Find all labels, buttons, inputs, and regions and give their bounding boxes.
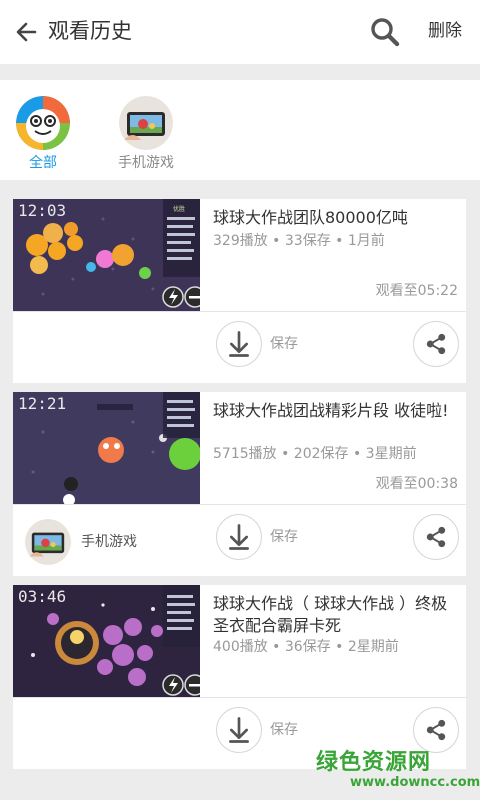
source-avatar[interactable] xyxy=(25,519,71,565)
share-icon xyxy=(426,333,446,355)
video-duration: 03:46 xyxy=(18,587,67,606)
mobile-game-icon xyxy=(119,96,173,150)
share-button[interactable] xyxy=(413,514,459,560)
divider xyxy=(13,311,466,312)
video-meta: 5715播放 • 202保存 • 3星期前 xyxy=(213,446,417,462)
mobile-game-icon xyxy=(25,519,71,565)
watermark: 绿色资源网 www.downcc.com xyxy=(316,744,480,796)
watermark-url: www.downcc.com xyxy=(350,775,480,790)
divider xyxy=(13,504,466,505)
page-title: 观看历史 xyxy=(48,19,132,43)
video-thumbnail[interactable]: 03:46 xyxy=(13,585,200,697)
download-button[interactable] xyxy=(216,707,262,753)
download-icon xyxy=(229,524,249,550)
save-label[interactable]: 保存 xyxy=(270,527,298,547)
filter-all[interactable]: 全部 xyxy=(0,96,88,172)
filter-mobile-games-label: 手机游戏 xyxy=(118,155,174,171)
share-button[interactable] xyxy=(413,321,459,367)
video-thumbnail[interactable]: 优胜 12:03 xyxy=(13,199,200,311)
video-duration: 12:03 xyxy=(18,201,67,220)
watched-progress: 观看至00:38 xyxy=(375,476,458,492)
video-duration: 12:21 xyxy=(18,394,67,413)
filter-all-label: 全部 xyxy=(29,155,57,171)
video-title[interactable]: 球球大作战团战精彩片段 收徒啦! xyxy=(213,400,459,422)
video-meta: 400播放 • 36保存 • 2星期前 xyxy=(213,639,399,655)
download-icon xyxy=(229,717,249,743)
video-thumbnail[interactable]: 12:21 xyxy=(13,392,200,504)
video-card[interactable]: 03:46 球球大作战（ 球球大作战 ）终极圣衣配合霸屏卡死 400播放 • 3… xyxy=(13,585,466,769)
watched-progress: 观看至05:22 xyxy=(375,283,458,299)
delete-button[interactable]: 删除 xyxy=(428,18,462,44)
save-label[interactable]: 保存 xyxy=(270,720,298,740)
app-header: 观看历史 删除 xyxy=(0,0,480,64)
video-card[interactable]: 12:21 球球大作战团战精彩片段 收徒啦! 5715播放 • 202保存 • … xyxy=(13,392,466,576)
save-label[interactable]: 保存 xyxy=(270,334,298,354)
download-icon xyxy=(229,331,249,357)
back-arrow-icon[interactable] xyxy=(10,14,46,50)
download-button[interactable] xyxy=(216,321,262,367)
category-filter-bar: 全部 手机游戏 xyxy=(0,80,480,180)
share-icon xyxy=(426,719,446,741)
all-category-icon xyxy=(16,96,70,150)
video-meta: 329播放 • 33保存 • 1月前 xyxy=(213,233,385,249)
video-card[interactable]: 优胜 12:03 球球大作战团队80000亿吨 329播放 • 33保存 • 1… xyxy=(13,199,466,383)
watermark-name: 绿色资源网 xyxy=(316,750,432,775)
download-button[interactable] xyxy=(216,514,262,560)
video-title[interactable]: 球球大作战团队80000亿吨 xyxy=(213,207,459,229)
share-icon xyxy=(426,526,446,548)
divider xyxy=(13,697,466,698)
source-label[interactable]: 手机游戏 xyxy=(81,532,137,552)
search-icon[interactable] xyxy=(366,14,402,50)
filter-mobile-games[interactable]: 手机游戏 xyxy=(101,96,191,172)
svg-text:优胜: 优胜 xyxy=(173,205,185,213)
video-title[interactable]: 球球大作战（ 球球大作战 ）终极圣衣配合霸屏卡死 xyxy=(213,593,459,637)
